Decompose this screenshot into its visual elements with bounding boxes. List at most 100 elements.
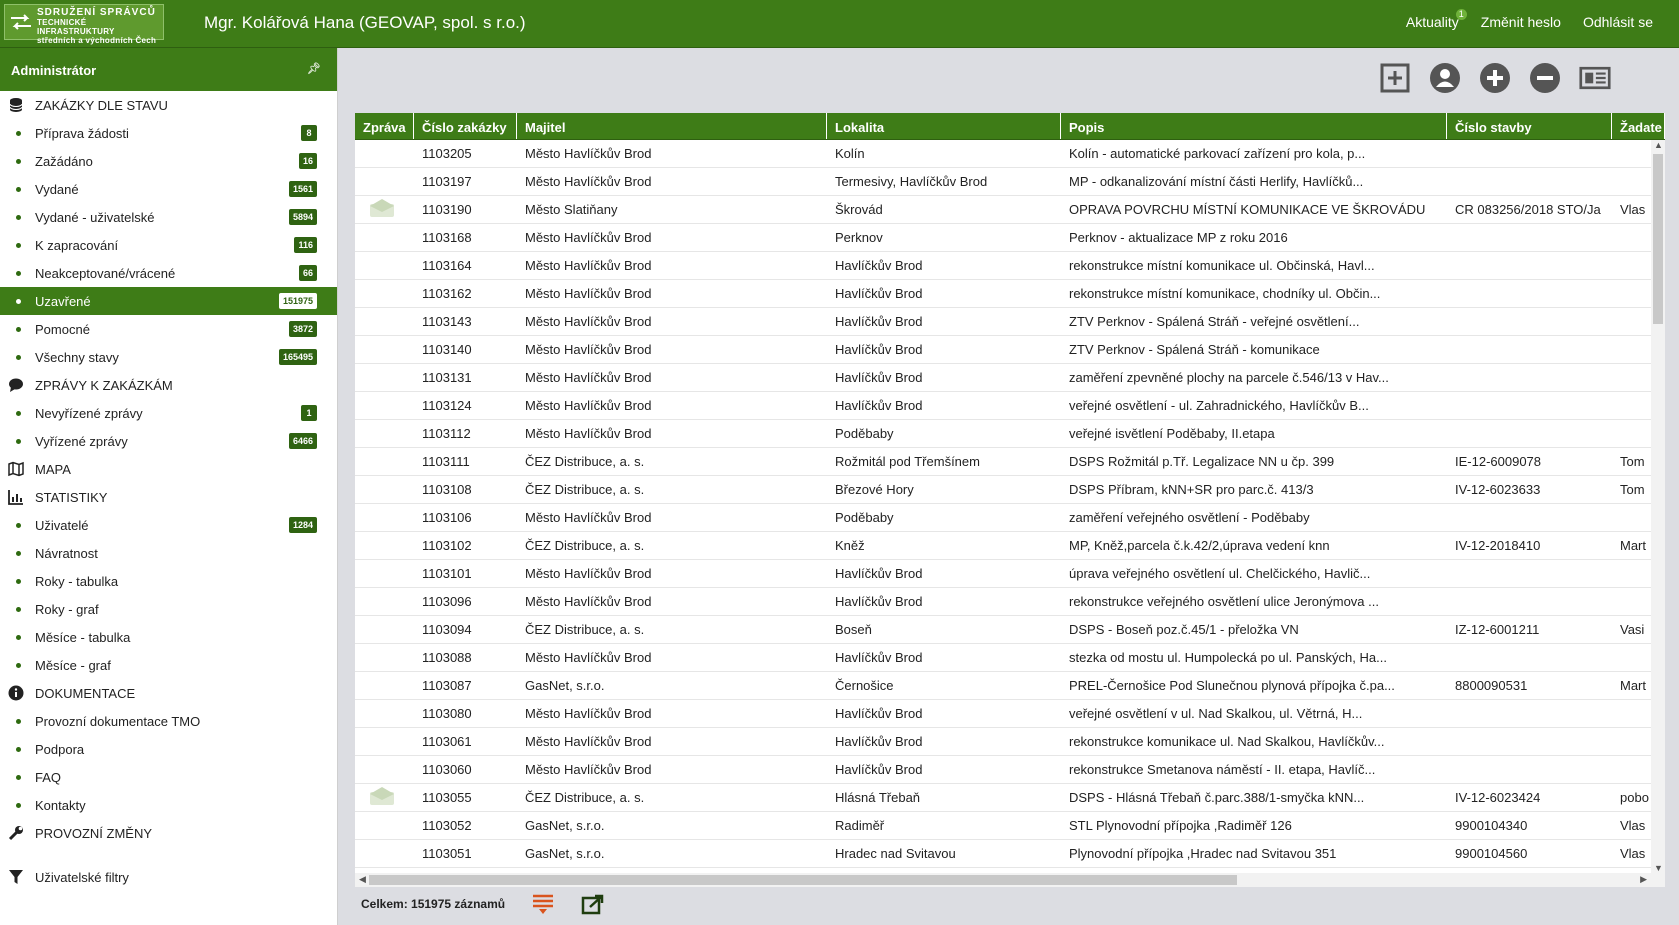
table-row[interactable]: 1103080 Město Havlíčkův Brod Havlíčkův Bro…: [355, 700, 1665, 728]
export-list-icon[interactable]: [531, 893, 555, 915]
sidebar-item[interactable]: Podpora: [0, 735, 337, 763]
sidebar-item[interactable]: Vyřízené zprávy 6466: [0, 427, 337, 455]
sidebar-item[interactable]: Kontakty: [0, 791, 337, 819]
sidebar-item[interactable]: Příprava žádosti 8: [0, 119, 337, 147]
horizontal-scrollbar[interactable]: ◀ ▶: [355, 873, 1665, 887]
table-row[interactable]: 1103108 ČEZ Distribuce, a. s. Březové Hory…: [355, 476, 1665, 504]
table-row[interactable]: 1103162 Město Havlíčkův Brod Havlíčkův Bro…: [355, 280, 1665, 308]
sidebar-item[interactable]: Měsíce - graf: [0, 651, 337, 679]
table-row[interactable]: 1103096 Město Havlíčkův Brod Havlíčkův Bro…: [355, 588, 1665, 616]
sidebar-group-label: PROVOZNÍ ZMĚNY: [35, 825, 153, 841]
table-row[interactable]: 1103111 ČEZ Distribuce, a. s. Rožmitál pod…: [355, 448, 1665, 476]
sidebar-item[interactable]: Pomocné 3872: [0, 315, 337, 343]
table-row[interactable]: 1103197 Město Havlíčkův Brod Termesivy, Ha…: [355, 168, 1665, 196]
table-row[interactable]: 1103106 Město Havlíčkův Brod Poděbaby zaměř…: [355, 504, 1665, 532]
sidebar-item[interactable]: Provozní dokumentace TMO: [0, 707, 337, 735]
news-icon[interactable]: [1579, 62, 1611, 94]
sidebar-item[interactable]: K zapracování 116: [0, 231, 337, 259]
sidebar-group-filter[interactable]: Uživatelské filtry: [0, 863, 337, 891]
scroll-up-icon[interactable]: ▲: [1654, 140, 1663, 150]
sidebar-item[interactable]: Všechny stavy 165495: [0, 343, 337, 371]
table-row[interactable]: 1103140 Město Havlíčkův Brod Havlíčkův Bro…: [355, 336, 1665, 364]
sidebar-item[interactable]: Návratnost: [0, 539, 337, 567]
table-row[interactable]: 1103102 ČEZ Distribuce, a. s. Kněž MP, Kněž…: [355, 532, 1665, 560]
table-row[interactable]: 1103060 Město Havlíčkův Brod Havlíčkův Bro…: [355, 756, 1665, 784]
table-row[interactable]: 1103055 ČEZ Distribuce, a. s. Hlásná Třeba…: [355, 784, 1665, 812]
sidebar-group-database[interactable]: ZAKÁZKY DLE STAVU: [0, 91, 337, 119]
sidebar-item-label: Provozní dokumentace TMO: [35, 713, 201, 729]
column-header[interactable]: Číslo stavby: [1447, 113, 1612, 139]
sidebar: Administrátor 📌︎ ZAKÁZKY DLE STAVU Přípra…: [0, 48, 338, 925]
table-row[interactable]: 1103088 Město Havlíčkův Brod Havlíčkův Bro…: [355, 644, 1665, 672]
table-row[interactable]: 1103051 GasNet, s.r.o. Hradec nad Svitavou…: [355, 840, 1665, 868]
vertical-scroll-thumb[interactable]: [1653, 154, 1663, 324]
sidebar-item-label: Kontakty: [35, 797, 86, 813]
column-header[interactable]: Číslo zakázky: [414, 113, 517, 139]
table-row[interactable]: 1103112 Město Havlíčkův Brod Poděbaby veřej…: [355, 420, 1665, 448]
table-row[interactable]: 1103131 Město Havlíčkův Brod Havlíčkův Bro…: [355, 364, 1665, 392]
table-row[interactable]: 1103094 ČEZ Distribuce, a. s. Boseň DSPS - …: [355, 616, 1665, 644]
cell-desc: rekonstrukce veřejného osvětlení ulice J…: [1069, 594, 1379, 609]
scroll-left-icon[interactable]: ◀: [359, 874, 366, 885]
sidebar-group-bar-chart[interactable]: STATISTIKY: [0, 483, 337, 511]
change-password-link[interactable]: Změnit heslo: [1481, 14, 1561, 30]
scroll-right-icon[interactable]: ▶: [1640, 874, 1647, 885]
sidebar-item[interactable]: Uživatelé 1284: [0, 511, 337, 539]
column-header[interactable]: Majitel: [517, 113, 827, 139]
table-row[interactable]: 1103168 Město Havlíčkův Brod Perknov Perkno…: [355, 224, 1665, 252]
sidebar-item[interactable]: Vydané 1561: [0, 175, 337, 203]
table-row[interactable]: 1103124 Město Havlíčkův Brod Havlíčkův Bro…: [355, 392, 1665, 420]
table-row[interactable]: 1103164 Město Havlíčkův Brod Havlíčkův Bro…: [355, 252, 1665, 280]
sidebar-item[interactable]: Roky - tabulka: [0, 567, 337, 595]
sidebar-item[interactable]: Vydané - uživatelské 5894: [0, 203, 337, 231]
table-row[interactable]: 1103052 GasNet, s.r.o. Radiměř STL Plynovod…: [355, 812, 1665, 840]
column-header[interactable]: Zpráva: [355, 113, 414, 139]
sidebar-group-info[interactable]: DOKUMENTACE: [0, 679, 337, 707]
envelope-icon[interactable]: [369, 786, 395, 806]
sidebar-item[interactable]: Zažádáno 16: [0, 147, 337, 175]
pin-icon[interactable]: 📌︎: [307, 62, 321, 75]
cell-loc: Škrovád: [835, 202, 883, 217]
sidebar-item[interactable]: Měsíce - tabulka: [0, 623, 337, 651]
sidebar-item[interactable]: Nevyřízené zprávy 1: [0, 399, 337, 427]
cell-owner: Město Havlíčkův Brod: [525, 286, 652, 301]
add-box-icon[interactable]: [1379, 62, 1411, 94]
horizontal-scroll-thumb[interactable]: [369, 875, 1237, 885]
vertical-scrollbar[interactable]: ▲ ▼: [1651, 140, 1665, 873]
column-header[interactable]: Žadate: [1612, 113, 1665, 139]
sidebar-item[interactable]: Uzavřené 151975: [0, 287, 337, 315]
share-export-icon[interactable]: [581, 893, 605, 915]
sidebar-group-map[interactable]: MAPA: [0, 455, 337, 483]
logout-link[interactable]: Odhlásit se: [1583, 14, 1653, 30]
sidebar-item-label: Měsíce - graf: [35, 657, 111, 673]
table-row[interactable]: 1103061 Město Havlíčkův Brod Havlíčkův Bro…: [355, 728, 1665, 756]
plus-circle-icon[interactable]: [1479, 62, 1511, 94]
news-link[interactable]: Aktuality 1: [1406, 9, 1467, 30]
logo[interactable]: SDRUŽENÍ SPRÁVCŮ TECHNICKÉ INFRASTRUKTUR…: [4, 4, 164, 45]
table-row[interactable]: 1103190 Město Slatiňany Škrovád OPRAVA POVR…: [355, 196, 1665, 224]
table-row[interactable]: 1103205 Město Havlíčkův Brod Kolín Kolín - …: [355, 140, 1665, 168]
cell-id: 1103052: [422, 818, 472, 833]
sidebar-item[interactable]: FAQ: [0, 763, 337, 791]
top-bar: SDRUŽENÍ SPRÁVCŮ TECHNICKÉ INFRASTRUKTUR…: [0, 0, 1679, 48]
table-row[interactable]: 1103101 Město Havlíčkův Brod Havlíčkův Bro…: [355, 560, 1665, 588]
bullet-icon: [16, 271, 21, 276]
cell-owner: Město Slatiňany: [525, 202, 618, 217]
sidebar-item-label: Vyřízené zprávy: [35, 433, 128, 449]
column-header[interactable]: Popis: [1061, 113, 1447, 139]
table-row[interactable]: 1103087 GasNet, s.r.o. Černošice PREL-Černo…: [355, 672, 1665, 700]
table-footer: Celkem: 151975 záznamů: [361, 893, 605, 915]
table-row[interactable]: 1103143 Město Havlíčkův Brod Havlíčkův Bro…: [355, 308, 1665, 336]
envelope-icon[interactable]: [369, 198, 395, 218]
sidebar-item[interactable]: Roky - graf: [0, 595, 337, 623]
scroll-down-icon[interactable]: ▼: [1654, 863, 1663, 873]
cell-id: 1103087: [422, 678, 472, 693]
minus-circle-icon[interactable]: [1529, 62, 1561, 94]
info-icon: [8, 685, 24, 701]
user-circle-icon[interactable]: [1429, 62, 1461, 94]
sidebar-group-wrench[interactable]: PROVOZNÍ ZMĚNY: [0, 819, 337, 847]
sidebar-item[interactable]: Neakceptované/vrácené 66: [0, 259, 337, 287]
column-header[interactable]: Lokalita: [827, 113, 1061, 139]
sidebar-group-speech-bubble[interactable]: ZPRÁVY K ZAKÁZKÁM: [0, 371, 337, 399]
cell-desc: rekonstrukce místní komunikace, chodníky…: [1069, 286, 1381, 301]
